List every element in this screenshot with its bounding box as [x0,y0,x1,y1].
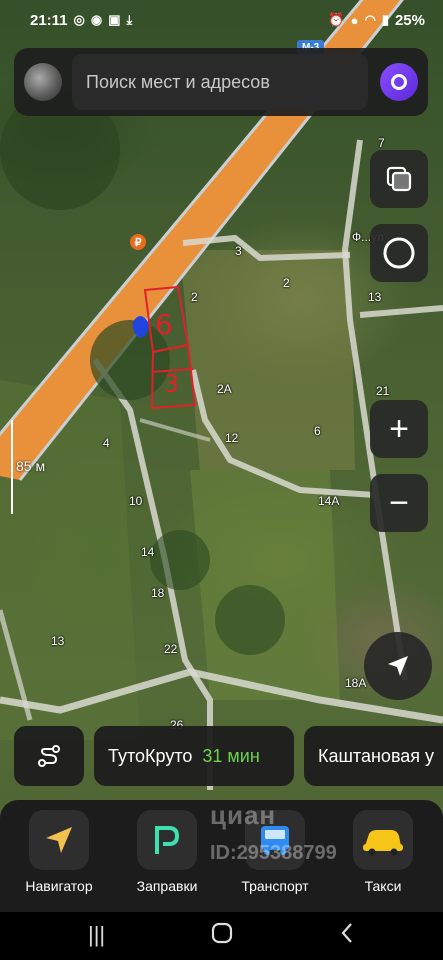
watermark-logo: циан [210,800,277,830]
route-chips: ТутоКруто 31 мин Каштановая у [0,726,443,788]
layers-button[interactable] [370,150,428,208]
navigator-app[interactable]: Навигатор [9,810,109,894]
plus-icon: + [389,409,409,448]
place-chip-tutokruto[interactable]: ТутоКруто 31 мин [94,726,294,786]
plot-label-3: 3 [164,370,180,398]
back-button[interactable] [340,922,354,950]
scale-label: 85 м [16,458,46,474]
location-arrow-icon [388,656,408,676]
place-chip-kashtanovaya[interactable]: Каштановая у [304,726,443,786]
house-number: 22 [164,642,178,656]
clock: 21:11 [30,11,68,29]
battery-level: 25% [394,11,425,29]
app-label: Такси [364,878,402,894]
wifi-icon: ◠ [364,12,376,27]
layers-icon [386,166,412,192]
app-label: Навигатор [25,878,93,894]
fuel-app[interactable]: Заправки [117,810,217,894]
alice-icon [391,74,407,90]
my-location-button[interactable] [364,632,432,700]
location-icon: ● [350,12,359,28]
home-icon [211,922,233,944]
status-bar: 21:11 ◎ ◉ ▣ ⤓ ⏰ ● ◠ ▮ 25% [0,0,443,40]
zoom-out-button[interactable]: − [370,474,428,532]
house-number: 18А [345,676,367,690]
house-number: 13 [51,634,65,648]
house-number: 14 [141,545,155,559]
house-number: 3 [235,244,242,258]
lock-icon: ▣ [108,12,121,27]
gas-station-icon[interactable]: ₽ [130,234,146,250]
alarm-icon: ⏰ [328,12,345,27]
search-input[interactable]: Поиск мест и адресов [72,54,368,110]
house-number: 10 [129,494,143,508]
house-number: 21 [376,384,390,398]
recent-apps-button[interactable]: ||| [88,922,105,948]
house-number: 4 [103,436,110,450]
taxi-app[interactable]: Такси [333,810,433,894]
system-navigation-bar: ||| [0,912,443,960]
alice-assistant-button[interactable] [380,63,418,101]
house-number: 13 [368,290,382,304]
minus-icon: − [389,483,409,522]
app-label: Транспорт [241,878,309,894]
chip-label: ТутоКруто [108,745,193,766]
navigator-icon [29,810,89,870]
house-number: 2 [191,290,198,304]
signal-icon: ▮ [381,12,389,27]
app-label: Заправки [136,878,198,894]
house-number: 14А [318,494,340,508]
chip-time: 31 мин [202,745,260,766]
chip-label: Каштановая у [318,745,435,766]
search-bar: Поиск мест и адресов [14,48,428,116]
zoom-in-button[interactable]: + [370,400,428,458]
house-number: 6 [314,424,321,438]
scale-bar [11,420,13,514]
route-icon [38,745,60,767]
whatsapp-icon: ◎ [73,12,85,27]
house-number: 18 [151,586,165,600]
home-button[interactable] [211,922,233,950]
house-number: 12 [225,431,239,445]
avatar[interactable] [24,63,62,101]
sync-icon: ◉ [90,12,103,27]
download-icon: ⤓ [126,12,133,27]
house-number: 2 [283,276,290,290]
plot-label-6: 6 [155,308,173,341]
watermark-id: ID:295388799 [210,842,337,864]
route-button[interactable] [14,726,84,786]
back-chevron-icon [341,923,352,943]
alice-map-button[interactable] [370,224,428,282]
taxi-car-icon [353,810,413,870]
alice-ring-icon [383,237,415,269]
house-number: 2А [217,382,232,396]
fuel-icon [137,810,197,870]
house-number: 7 [378,136,385,150]
